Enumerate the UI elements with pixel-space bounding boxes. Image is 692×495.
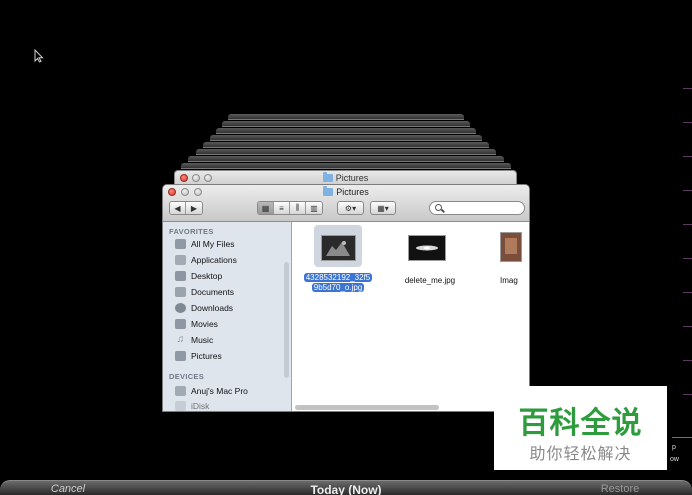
finder-toolbar: Pictures ◀ ▶ ▦ ≡ ⫼ ▥ ⚙▾ ▦▾	[163, 185, 529, 222]
folder-icon	[323, 186, 334, 196]
action-menu-button[interactable]: ⚙▾	[337, 201, 364, 215]
forward-arrow-icon[interactable]: ▶	[186, 202, 202, 214]
gear-icon: ⚙▾	[344, 203, 357, 213]
backup-stack-layer[interactable]	[188, 156, 504, 162]
all-my-files-icon	[175, 239, 186, 249]
timeline-tick[interactable]	[683, 394, 692, 395]
sidebar-item-label: iDisk	[191, 401, 210, 411]
arrange-menu-button[interactable]: ▦▾	[370, 201, 396, 215]
sidebar-item-applications[interactable]: Applications	[175, 253, 237, 267]
backup-stack-layer[interactable]	[203, 142, 489, 148]
file-item-delete-me[interactable]	[408, 235, 446, 261]
music-icon: ♫	[176, 334, 185, 345]
window-title: Pictures	[163, 186, 529, 197]
backup-stack-layer[interactable]	[196, 149, 496, 155]
mac-pro-icon	[175, 386, 186, 396]
file-item-image[interactable]	[500, 232, 522, 262]
backup-stack-layer[interactable]	[210, 135, 482, 141]
timeline-tick[interactable]	[683, 122, 692, 123]
file-name[interactable]: Imag	[500, 276, 529, 285]
timeline-label: p	[672, 444, 676, 451]
timeline-tick[interactable]	[672, 437, 692, 438]
backup-stack-layer[interactable]	[228, 114, 464, 120]
sidebar-item-label: Music	[191, 335, 214, 345]
time-machine-stage: Pictures Pictures ◀ ▶ ▦ ≡ ⫼ ▥ ⚙▾ ▦▾ FAVO…	[0, 0, 692, 495]
image-thumbnail-icon	[501, 233, 521, 261]
sidebar-item-desktop[interactable]: Desktop	[175, 269, 222, 283]
list-view-icon[interactable]: ≡	[274, 202, 290, 214]
file-name-line: 4328532192_32f5	[303, 273, 373, 282]
column-view-icon[interactable]: ⫼	[290, 202, 306, 214]
mouse-pointer-icon	[34, 49, 44, 63]
arrange-icon: ▦▾	[377, 203, 389, 213]
file-name[interactable]: delete_me.jpg	[390, 276, 470, 285]
backup-stack-layer[interactable]	[181, 163, 511, 169]
timeline-label: ow	[670, 456, 679, 463]
sidebar-item-label: Movies	[191, 319, 218, 329]
sidebar-item-mac-pro[interactable]: Anuj's Mac Pro	[175, 384, 248, 398]
timeline-tick[interactable]	[683, 258, 692, 259]
timeline-tick[interactable]	[683, 326, 692, 327]
downloads-icon	[175, 303, 186, 313]
galaxy-thumbnail-icon	[409, 236, 445, 260]
sidebar: FAVORITES All My Files Applications Desk…	[163, 222, 292, 411]
window-title: Pictures	[175, 172, 516, 183]
sidebar-item-pictures[interactable]: Pictures	[175, 349, 222, 363]
sidebar-item-label: Documents	[191, 287, 234, 297]
idisk-icon	[175, 401, 186, 411]
timeline-tick[interactable]	[683, 224, 692, 225]
file-name-selected[interactable]: 4328532192_32f5 9b5d70_o.jpg	[300, 273, 376, 293]
timeline-tick[interactable]	[683, 156, 692, 157]
timeline-tick[interactable]	[683, 360, 692, 361]
sidebar-item-all-my-files[interactable]: All My Files	[175, 237, 234, 251]
sidebar-item-label: Pictures	[191, 351, 222, 361]
sidebar-item-documents[interactable]: Documents	[175, 285, 234, 299]
file-item-selected[interactable]	[321, 235, 356, 261]
search-icon	[435, 204, 442, 211]
sidebar-item-label: Desktop	[191, 271, 223, 281]
watermark-title: 百科全说	[518, 407, 643, 440]
timeline-tick[interactable]	[683, 190, 692, 191]
horizontal-scrollbar[interactable]	[295, 405, 439, 410]
sidebar-item-label: Applications	[191, 255, 237, 265]
favorites-heading: FAVORITES	[169, 227, 214, 236]
time-machine-bottom-bar: Cancel Today (Now) Restore	[0, 480, 692, 495]
watermark-subtitle: 助你轻松解决	[529, 446, 632, 463]
sidebar-scrollbar[interactable]	[284, 262, 289, 378]
movies-icon	[175, 319, 186, 329]
devices-heading: DEVICES	[169, 372, 205, 381]
cover-flow-icon[interactable]: ▥	[306, 202, 322, 214]
timeline-tick[interactable]	[683, 292, 692, 293]
sidebar-item-movies[interactable]: Movies	[175, 317, 218, 331]
folder-icon	[322, 172, 333, 182]
restore-button[interactable]: Restore	[590, 482, 650, 495]
pictures-icon	[175, 351, 186, 361]
file-icon-view: 4328532192_32f5 9b5d70_o.jpg delete_me.j…	[292, 222, 529, 411]
backup-stack-layer[interactable]	[216, 128, 476, 134]
timeline-tick[interactable]	[683, 88, 692, 89]
sidebar-item-downloads[interactable]: Downloads	[175, 301, 233, 315]
current-time-label: Today (Now)	[310, 483, 382, 495]
file-name-line: 9b5d70_o.jpg	[311, 283, 365, 292]
sidebar-item-label: Downloads	[191, 303, 234, 313]
view-mode-buttons[interactable]: ▦ ≡ ⫼ ▥	[257, 201, 323, 215]
sidebar-item-music[interactable]: ♫ Music	[175, 333, 213, 347]
image-thumbnail-icon	[322, 236, 355, 260]
sidebar-item-label: Anuj's Mac Pro	[191, 386, 248, 396]
documents-icon	[175, 287, 186, 297]
back-arrow-icon[interactable]: ◀	[170, 202, 186, 214]
finder-window[interactable]: Pictures ◀ ▶ ▦ ≡ ⫼ ▥ ⚙▾ ▦▾ FAVORITES All…	[162, 184, 530, 412]
watermark-logo: 百科全说 助你轻松解决	[494, 386, 667, 470]
sidebar-item-label: All My Files	[191, 239, 235, 249]
back-forward-buttons[interactable]: ◀ ▶	[169, 201, 203, 215]
search-field[interactable]	[429, 201, 525, 215]
desktop-icon	[175, 271, 186, 281]
sidebar-item-idisk[interactable]: iDisk	[175, 399, 210, 411]
applications-icon	[175, 255, 186, 265]
icon-view-icon[interactable]: ▦	[258, 202, 274, 214]
backup-stack-layer[interactable]	[222, 121, 470, 127]
